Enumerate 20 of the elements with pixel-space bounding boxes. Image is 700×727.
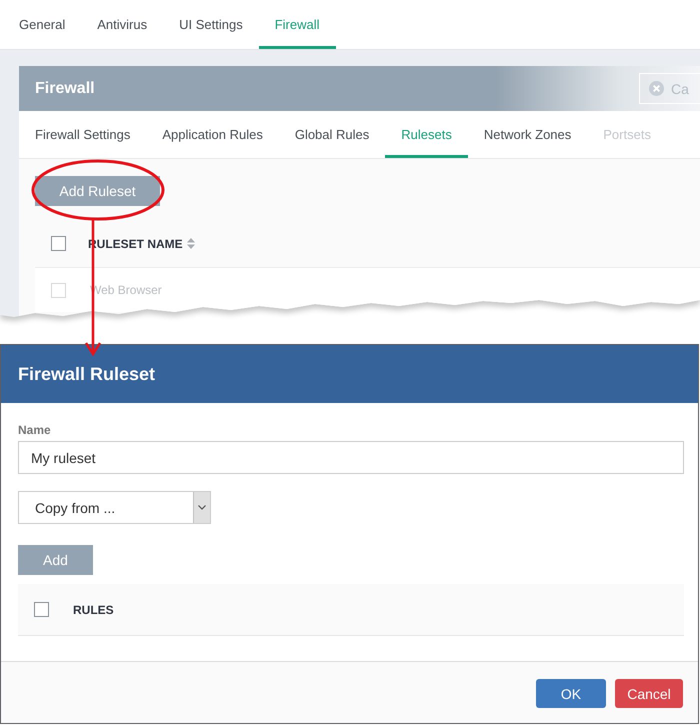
tab[interactable]: Antivirus — [81, 0, 164, 49]
cancel-button[interactable]: Cancel — [615, 679, 683, 708]
field-label: Name — [18, 423, 51, 437]
tab[interactable]: Application Rules — [146, 111, 279, 158]
tab[interactable]: Firewall Settings — [19, 111, 146, 158]
ok-button[interactable]: OK — [536, 679, 606, 708]
sort-icon[interactable] — [186, 238, 195, 249]
column-header: RULES — [73, 602, 114, 616]
tab[interactable]: UI Settings — [163, 0, 259, 49]
checkbox[interactable] — [34, 602, 49, 617]
name-input[interactable]: My ruleset — [18, 441, 684, 474]
panel-title: Firewall — [35, 80, 95, 98]
copy-from-select[interactable]: Copy from ... — [18, 491, 211, 524]
close-circle-icon — [649, 81, 664, 96]
tab[interactable]: Global Rules — [278, 111, 386, 158]
tab[interactable]: Network Zones — [468, 111, 588, 158]
tab[interactable]: General — [3, 0, 82, 49]
checkbox[interactable] — [51, 236, 66, 251]
chevron-down-icon — [193, 492, 210, 523]
dialog-title: Firewall Ruleset — [18, 364, 156, 384]
